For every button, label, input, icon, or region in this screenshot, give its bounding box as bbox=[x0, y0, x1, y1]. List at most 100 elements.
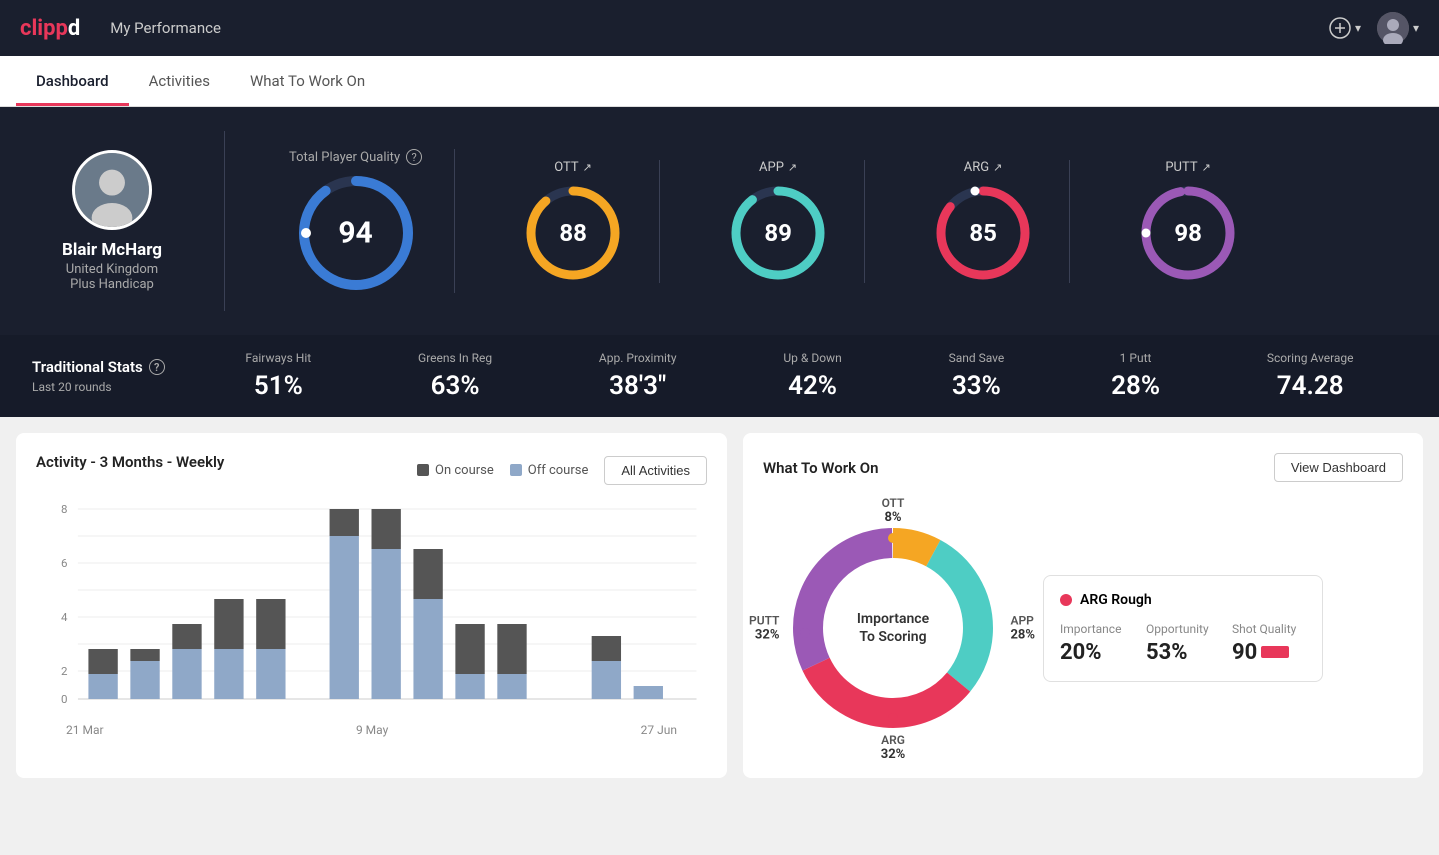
bar-on-11 bbox=[592, 636, 621, 661]
arg-value: 85 bbox=[969, 219, 997, 247]
player-country: United Kingdom bbox=[66, 262, 158, 277]
arg-label-pos: ARG 32% bbox=[881, 733, 906, 762]
arg-arrow-icon: ↗ bbox=[993, 161, 1002, 174]
add-button[interactable]: ▾ bbox=[1329, 17, 1361, 39]
chart-legend: On course Off course bbox=[417, 463, 588, 478]
chart-x-labels: 21 Mar 9 May 27 Jun bbox=[36, 723, 707, 737]
bar-on-3 bbox=[172, 624, 201, 649]
stats-label-col: Traditional Stats ? Last 20 rounds bbox=[32, 358, 192, 394]
header-actions: ▾ ▾ bbox=[1329, 12, 1419, 44]
app-value: 89 bbox=[764, 219, 792, 247]
activity-chart-panel: Activity - 3 Months - Weekly On course O… bbox=[16, 433, 727, 778]
total-quality-label: Total Player Quality ? bbox=[289, 149, 422, 165]
player-avatar bbox=[72, 150, 152, 230]
bar-off-4 bbox=[214, 649, 243, 699]
bar-on-5 bbox=[256, 599, 285, 649]
user-menu-button[interactable]: ▾ bbox=[1377, 12, 1419, 44]
stat-fairways-hit: Fairways Hit 51% bbox=[245, 351, 311, 401]
section-divider bbox=[224, 131, 225, 311]
what-to-work-on-header: What To Work On View Dashboard bbox=[763, 453, 1403, 482]
bar-on-10 bbox=[497, 624, 526, 674]
arg-label: ARG ↗ bbox=[964, 160, 1003, 175]
bar-off-7 bbox=[372, 549, 401, 699]
bar-off-9 bbox=[455, 674, 484, 699]
app-label: APP ↗ bbox=[759, 160, 797, 175]
ott-circle: 88 bbox=[523, 183, 623, 283]
svg-text:0: 0 bbox=[61, 693, 67, 706]
bar-on-6 bbox=[330, 509, 359, 536]
stats-help-icon[interactable]: ? bbox=[149, 359, 165, 375]
all-activities-button[interactable]: All Activities bbox=[604, 456, 707, 485]
quality-bar-icon bbox=[1261, 646, 1289, 658]
stat-sand-save: Sand Save 33% bbox=[949, 351, 1005, 401]
bar-off-6 bbox=[330, 536, 359, 699]
view-dashboard-button[interactable]: View Dashboard bbox=[1274, 453, 1403, 482]
info-importance: Importance 20% bbox=[1060, 622, 1134, 665]
svg-text:6: 6 bbox=[61, 557, 67, 570]
bar-off-11 bbox=[592, 661, 621, 699]
bar-off-3 bbox=[172, 649, 201, 699]
svg-text:4: 4 bbox=[61, 611, 68, 624]
help-icon[interactable]: ? bbox=[406, 149, 422, 165]
app-arrow-icon: ↗ bbox=[788, 161, 797, 174]
player-handicap: Plus Handicap bbox=[70, 277, 154, 292]
stats-grid: Fairways Hit 51% Greens In Reg 63% App. … bbox=[192, 351, 1407, 401]
stats-subtitle: Last 20 rounds bbox=[32, 380, 192, 394]
app-score: APP ↗ 89 bbox=[692, 160, 865, 283]
putt-label-pos: PUTT 32% bbox=[749, 614, 779, 643]
info-shot-quality: Shot Quality 90 bbox=[1232, 622, 1306, 665]
donut-section: ImportanceTo Scoring OTT 8% APP 28% ARG … bbox=[763, 498, 1403, 758]
putt-score: PUTT ↗ 98 bbox=[1102, 160, 1274, 283]
tab-what-to-work-on[interactable]: What To Work On bbox=[230, 56, 385, 106]
putt-label: PUTT ↗ bbox=[1165, 160, 1210, 175]
donut-chart: ImportanceTo Scoring OTT 8% APP 28% ARG … bbox=[763, 498, 1023, 758]
hero-section: Blair McHarg United Kingdom Plus Handica… bbox=[0, 107, 1439, 335]
chart-title: Activity - 3 Months - Weekly bbox=[36, 453, 224, 471]
bar-off-2 bbox=[130, 661, 159, 699]
app-circle: 89 bbox=[728, 183, 828, 283]
what-to-work-on-panel: What To Work On View Dashboard bbox=[743, 433, 1423, 778]
putt-arrow-icon: ↗ bbox=[1202, 161, 1211, 174]
tab-activities[interactable]: Activities bbox=[129, 56, 230, 106]
stat-app-proximity: App. Proximity 38'3" bbox=[599, 351, 677, 401]
ott-label-pos: OTT 8% bbox=[882, 496, 905, 525]
total-quality: Total Player Quality ? 94 bbox=[257, 149, 455, 293]
arg-score: ARG ↗ 85 bbox=[897, 160, 1070, 283]
app-label-pos: APP 28% bbox=[1010, 614, 1035, 643]
main-nav: Dashboard Activities What To Work On bbox=[0, 56, 1439, 107]
bar-on-1 bbox=[88, 649, 117, 674]
legend-off-course: Off course bbox=[510, 463, 589, 478]
app-header: clippd My Performance ▾ ▾ bbox=[0, 0, 1439, 56]
svg-text:2: 2 bbox=[61, 665, 67, 678]
chart-header: Activity - 3 Months - Weekly On course O… bbox=[36, 453, 707, 487]
arg-circle: 85 bbox=[933, 183, 1033, 283]
chart-svg: 8 6 4 2 0 bbox=[36, 499, 707, 719]
stat-greens-in-reg: Greens In Reg 63% bbox=[418, 351, 492, 401]
info-opportunity: Opportunity 53% bbox=[1146, 622, 1220, 665]
chart-area: 8 6 4 2 0 bbox=[36, 499, 707, 719]
bar-on-8 bbox=[413, 549, 442, 599]
stats-title: Traditional Stats ? bbox=[32, 358, 192, 376]
total-quality-circle: 94 bbox=[296, 173, 416, 293]
bar-off-12 bbox=[634, 686, 663, 699]
bar-off-1 bbox=[88, 674, 117, 699]
putt-circle: 98 bbox=[1138, 183, 1238, 283]
player-name: Blair McHarg bbox=[62, 240, 162, 260]
legend-off-course-icon bbox=[510, 464, 522, 476]
ott-arrow-icon: ↗ bbox=[583, 161, 592, 174]
ott-value: 88 bbox=[559, 219, 587, 247]
info-card-title: ARG Rough bbox=[1060, 592, 1306, 608]
svg-text:8: 8 bbox=[61, 503, 67, 516]
tab-dashboard[interactable]: Dashboard bbox=[16, 56, 129, 106]
bar-on-7 bbox=[372, 509, 401, 549]
avatar bbox=[1377, 12, 1409, 44]
info-card: ARG Rough Importance 20% Opportunity 53%… bbox=[1043, 575, 1323, 682]
bar-off-5 bbox=[256, 649, 285, 699]
info-grid: Importance 20% Opportunity 53% Shot Qual… bbox=[1060, 622, 1306, 665]
player-info: Blair McHarg United Kingdom Plus Handica… bbox=[32, 150, 192, 292]
bottom-panels: Activity - 3 Months - Weekly On course O… bbox=[0, 417, 1439, 794]
bar-on-9 bbox=[455, 624, 484, 674]
page-title: My Performance bbox=[110, 19, 1329, 37]
bar-off-8 bbox=[413, 599, 442, 699]
legend-on-course-icon bbox=[417, 464, 429, 476]
